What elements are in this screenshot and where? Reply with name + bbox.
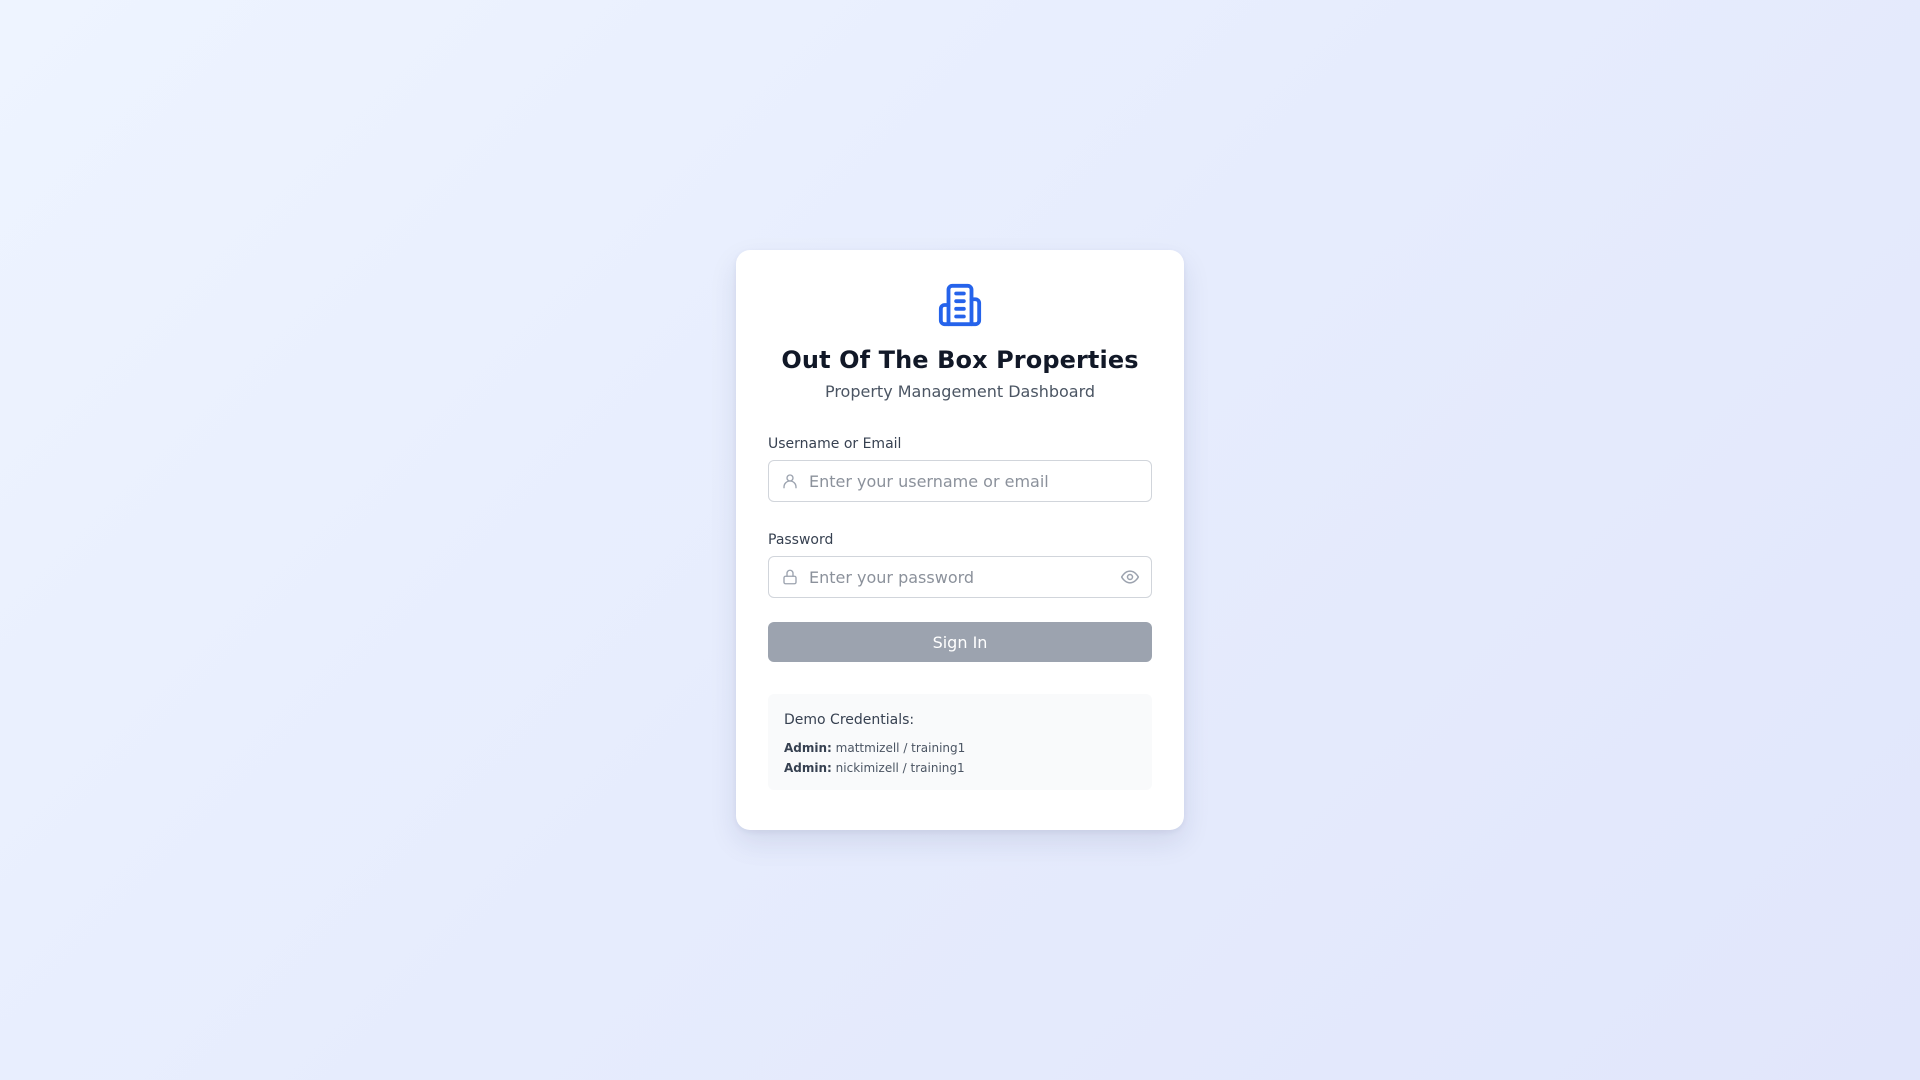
- username-field-wrapper: [768, 460, 1152, 502]
- password-field-wrapper: [768, 556, 1152, 598]
- username-input[interactable]: [769, 461, 1151, 501]
- app-subtitle: Property Management Dashboard: [824, 382, 1096, 401]
- demo-credential-value: nickimizell / training1: [835, 761, 965, 775]
- demo-credential-line: Admin: nickimizell / training1: [784, 758, 1136, 778]
- demo-credentials-title: Demo Credentials:: [784, 712, 915, 728]
- login-card: Out Of The Box Properties Property Manag…: [736, 250, 1184, 830]
- username-label: Username or Email: [768, 436, 902, 452]
- sign-in-button[interactable]: Sign In: [768, 622, 1152, 662]
- demo-role-label: Admin:: [784, 761, 832, 775]
- login-form: Username or Email Password: [768, 434, 1152, 662]
- eye-icon[interactable]: [1119, 566, 1141, 588]
- demo-credentials-box: Demo Credentials: Admin: mattmizell / tr…: [768, 694, 1152, 790]
- demo-role-label: Admin:: [784, 741, 832, 755]
- building-icon: [937, 282, 983, 328]
- password-input[interactable]: [769, 557, 1151, 597]
- app-title: Out Of The Box Properties: [781, 346, 1139, 374]
- demo-credential-value: mattmizell / training1: [835, 741, 966, 755]
- demo-credential-line: Admin: mattmizell / training1: [784, 738, 1136, 758]
- password-label: Password: [768, 532, 834, 548]
- logo: [768, 282, 1152, 328]
